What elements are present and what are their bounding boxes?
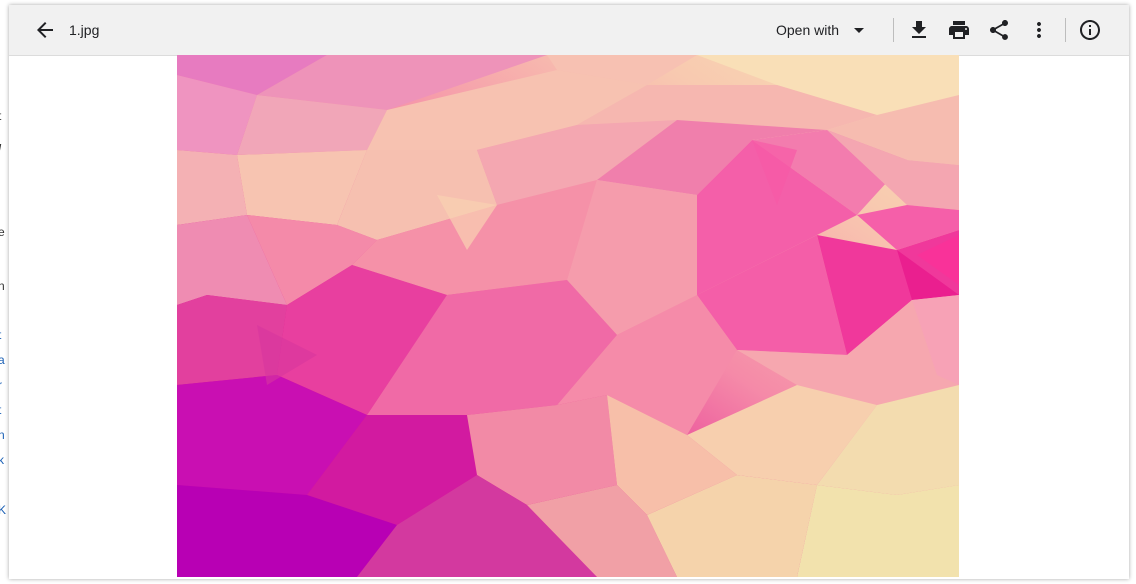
- edge-link-glyph[interactable]: l: [0, 479, 1, 491]
- file-name: 1.jpg: [69, 22, 100, 38]
- edge-glyph: e: [0, 225, 5, 239]
- edge-link-glyph[interactable]: n: [0, 429, 5, 441]
- share-icon: [990, 20, 1008, 40]
- edge-link-glyph[interactable]: t: [0, 404, 1, 416]
- share-button[interactable]: [983, 14, 1015, 46]
- preview-header: 1.jpg Open with: [9, 5, 1129, 56]
- open-with-label: Open with: [776, 22, 840, 38]
- toolbar-divider: [1065, 18, 1066, 42]
- more-options-button[interactable]: [1023, 14, 1055, 46]
- edge-link-glyph[interactable]: k: [0, 454, 4, 466]
- edge-glyph: n: [0, 279, 5, 293]
- edge-link-glyph[interactable]: K: [0, 504, 6, 516]
- back-button[interactable]: [29, 14, 61, 46]
- back-arrow-icon: [37, 22, 53, 38]
- open-with-button[interactable]: Open with: [776, 14, 871, 46]
- print-icon: [949, 21, 969, 39]
- background-page-edge-text: t / e n t a r t n k l K: [0, 0, 8, 584]
- edge-glyph: t: [0, 110, 1, 122]
- chevron-down-icon: [854, 28, 865, 33]
- image-preview: [177, 55, 959, 577]
- info-icon: [1080, 20, 1100, 40]
- more-vert-icon: [1037, 22, 1041, 38]
- edge-glyph: /: [0, 143, 1, 155]
- edge-link-glyph[interactable]: r: [0, 379, 2, 391]
- download-button[interactable]: [903, 14, 935, 46]
- edge-link-glyph[interactable]: a: [0, 354, 5, 366]
- print-button[interactable]: [943, 14, 975, 46]
- file-preview-dialog: 1.jpg Open with: [9, 5, 1129, 579]
- edge-link-glyph[interactable]: t: [0, 329, 1, 341]
- download-icon: [912, 21, 926, 38]
- details-button[interactable]: [1074, 14, 1106, 46]
- toolbar-divider: [893, 18, 894, 42]
- low-poly-gradient-image: [177, 55, 959, 577]
